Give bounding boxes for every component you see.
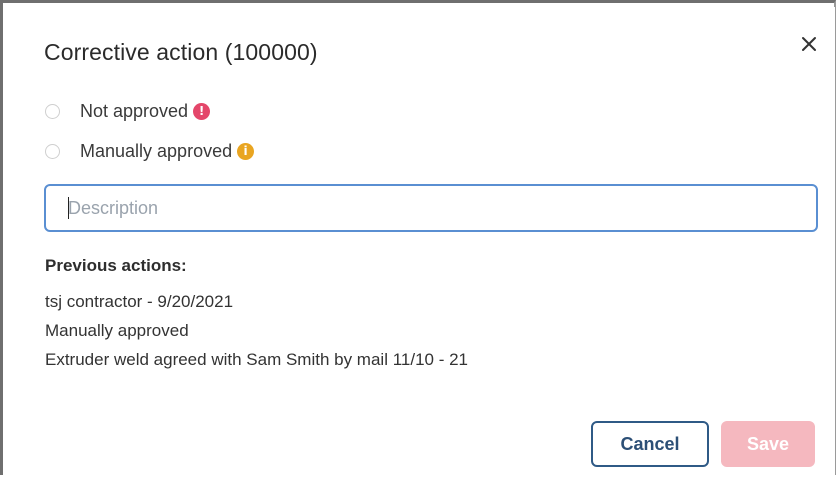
previous-action-line: Extruder weld agreed with Sam Smith by m…	[45, 350, 468, 369]
previous-action-line: tsj contractor - 9/20/2021	[45, 292, 234, 311]
previous-action-line: Manually approved	[45, 321, 189, 340]
screenshot-frame: Corrective action (100000) Not approved …	[0, 0, 836, 478]
description-input[interactable]	[44, 184, 818, 232]
dialog-title: Corrective action (100000)	[44, 39, 318, 65]
text-caret	[68, 197, 69, 219]
manually-approved-label: Manually approved	[80, 141, 233, 161]
cancel-button[interactable]: Cancel	[591, 421, 709, 467]
corrective-action-dialog: Corrective action (100000) Not approved …	[17, 7, 835, 478]
option-not-approved[interactable]: Not approved !	[45, 101, 211, 122]
close-icon[interactable]	[800, 35, 818, 53]
option-manually-approved[interactable]: Manually approved i	[45, 141, 255, 162]
manually-approved-radio[interactable]	[45, 144, 60, 159]
not-approved-label: Not approved	[80, 101, 189, 121]
previous-actions-heading: Previous actions:	[45, 256, 187, 275]
info-icon: i	[237, 143, 255, 160]
error-icon: !	[193, 103, 211, 120]
save-button[interactable]: Save	[721, 421, 815, 467]
not-approved-radio[interactable]	[45, 104, 60, 119]
